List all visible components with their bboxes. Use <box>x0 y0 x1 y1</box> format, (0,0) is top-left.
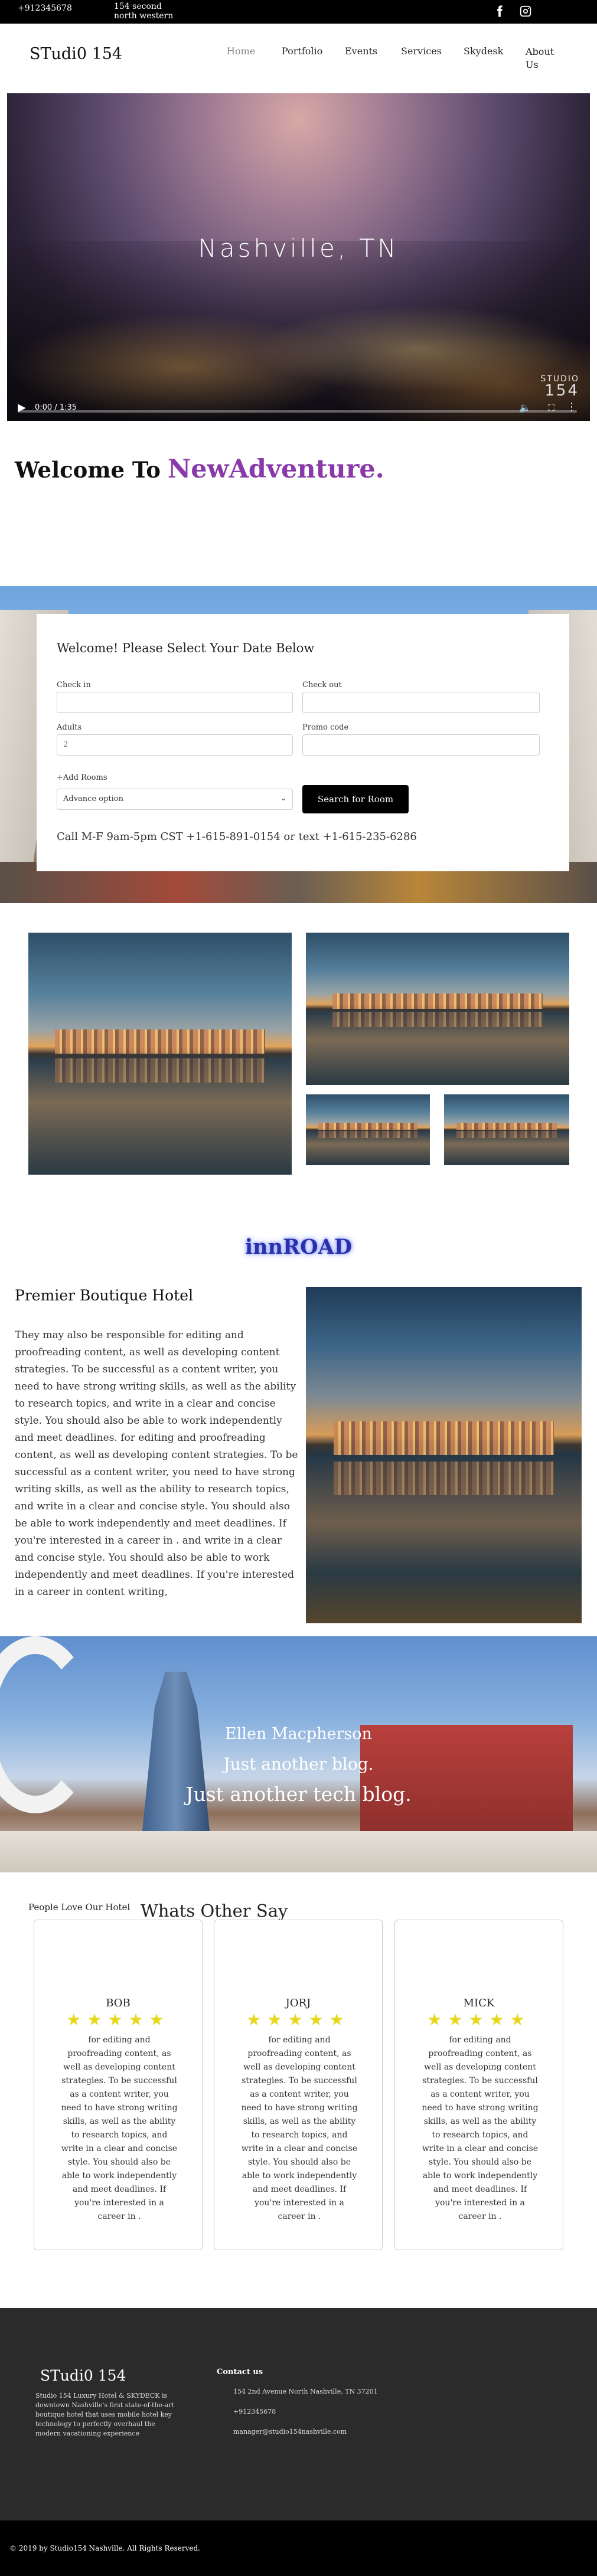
premier-title: Premier Boutique Hotel <box>15 1287 194 1304</box>
testimonial-card: JORJ ★★★★★ for editing and proofreading … <box>214 1920 383 2250</box>
chevron-down-icon: ⌄ <box>280 794 286 802</box>
facebook-icon[interactable] <box>493 5 506 18</box>
testimonials-kicker: People Love Our Hotel <box>28 1902 131 1913</box>
hero-video[interactable]: Nashville, TN STUDIO 154 ▶ 0:00 / 1:35 🔈… <box>7 93 590 421</box>
star-rating-icon: ★★★★★ <box>427 2010 531 2029</box>
blog-banner: Ellen Macpherson Just another blog. Just… <box>0 1636 597 1872</box>
castle-photo <box>306 1287 582 1623</box>
castle-photo <box>28 933 292 1175</box>
footer-address: 154 2nd Avenue North Nashville, TN 37201 <box>233 2388 378 2395</box>
top-bar: +912345678 154 second north western <box>0 0 597 24</box>
welcome-heading: Welcome To NewAdventure. <box>15 455 384 484</box>
gallery-image-small-1[interactable] <box>306 1094 430 1165</box>
video-controls: ▶ 0:00 / 1:35 🔈 ⛶ ⋮ <box>7 396 590 421</box>
castle-photo <box>306 1094 430 1165</box>
video-caption: Nashville, TN <box>7 234 590 263</box>
checkout-label: Check out <box>302 681 342 689</box>
testimonial-name: MICK <box>463 1997 495 2009</box>
promo-label: Promo code <box>302 723 349 732</box>
banner-tagline: Just another tech blog. <box>185 1783 412 1806</box>
gallery-image-small-2[interactable] <box>444 1094 569 1165</box>
booking-title: Welcome! Please Select Your Date Below <box>57 641 315 655</box>
footer-email[interactable]: manager@studio154nashville.com <box>233 2428 347 2436</box>
topbar-phone[interactable]: +912345678 <box>18 4 72 13</box>
checkin-label: Check in <box>57 681 91 689</box>
site-header: STudi0 154 Home Portfolio Events Service… <box>0 24 597 93</box>
testimonial-name: JORJ <box>285 1997 311 2009</box>
banner-rooftop <box>0 1831 597 1872</box>
video-caption-text: Nashville, TN <box>198 234 399 263</box>
castle-photo <box>444 1094 569 1165</box>
social-links <box>493 5 532 18</box>
booking-form: Welcome! Please Select Your Date Below C… <box>37 614 569 871</box>
site-footer: STudi0 154 Studio 154 Luxury Hotel & SKY… <box>0 2308 597 2521</box>
nav-about-us[interactable]: About Us <box>526 45 561 71</box>
premier-image <box>306 1287 582 1623</box>
nav-services[interactable]: Services <box>401 45 442 57</box>
contact-heading: Contact us <box>217 2368 263 2376</box>
nav-home[interactable]: Home <box>227 45 255 57</box>
star-rating-icon: ★★★★★ <box>66 2010 170 2029</box>
advance-option-value: Advance option <box>63 795 124 803</box>
topbar-address: 154 second north western <box>114 2 174 21</box>
call-info: Call M-F 9am-5pm CST +1-615-891-0154 or … <box>57 831 417 843</box>
testimonial-name: BOB <box>106 1997 131 2009</box>
copyright-bar: © 2019 by Studio154 Nashville. All Right… <box>0 2521 597 2576</box>
premier-text: They may also be responsible for editing… <box>15 1329 298 1598</box>
copyright-text: © 2019 by Studio154 Nashville. All Right… <box>9 2544 200 2552</box>
testimonial-text: for editing and proofreading content, as… <box>422 2035 539 2221</box>
testimonial-text: for editing and proofreading content, as… <box>61 2035 178 2221</box>
promo-code-field[interactable] <box>302 734 540 756</box>
testimonial-text: for editing and proofreading content, as… <box>241 2035 358 2221</box>
nav-events[interactable]: Events <box>345 45 377 57</box>
testimonial-card: MICK ★★★★★ for editing and proofreading … <box>394 1920 563 2250</box>
star-rating-icon: ★★★★★ <box>246 2010 350 2029</box>
site-logo[interactable]: STudi0 154 <box>30 45 122 63</box>
innroad-logo[interactable]: innROAD <box>0 1235 597 1259</box>
nav-skydesk[interactable]: Skydesk <box>464 45 503 57</box>
testimonials-heading: Whats Other Say <box>141 1901 288 1921</box>
gallery-image-large[interactable] <box>28 933 292 1175</box>
adults-field[interactable]: 2 <box>57 734 293 756</box>
banner-subtitle: Just another blog. <box>223 1754 374 1774</box>
footer-description: Studio 154 Luxury Hotel & SKYDECK is dow… <box>35 2392 174 2437</box>
checkout-field[interactable] <box>302 692 540 713</box>
add-rooms-link[interactable]: +Add Rooms <box>57 773 107 782</box>
video-watermark: STUDIO 154 <box>540 375 579 398</box>
welcome-lead: Welcome To <box>15 457 161 483</box>
gallery-image-wide[interactable] <box>306 933 569 1085</box>
footer-phone[interactable]: +912345678 <box>233 2408 276 2415</box>
advance-option-select[interactable]: Advance option ⌄ <box>57 789 293 810</box>
adults-label: Adults <box>57 723 82 732</box>
nav-portfolio[interactable]: Portfolio <box>282 45 322 57</box>
testimonial-card: BOB ★★★★★ for editing and proofreading c… <box>34 1920 203 2250</box>
video-city-lights <box>7 240 590 421</box>
search-room-button[interactable]: Search for Room <box>302 785 409 813</box>
video-progress-bar[interactable] <box>18 410 577 413</box>
instagram-icon[interactable] <box>519 5 532 18</box>
footer-logo[interactable]: STudi0 154 <box>40 2367 126 2384</box>
welcome-accent: NewAdventure. <box>167 455 384 484</box>
checkin-field[interactable] <box>57 692 293 713</box>
banner-author: Ellen Macpherson <box>225 1725 372 1743</box>
castle-photo <box>306 933 569 1085</box>
